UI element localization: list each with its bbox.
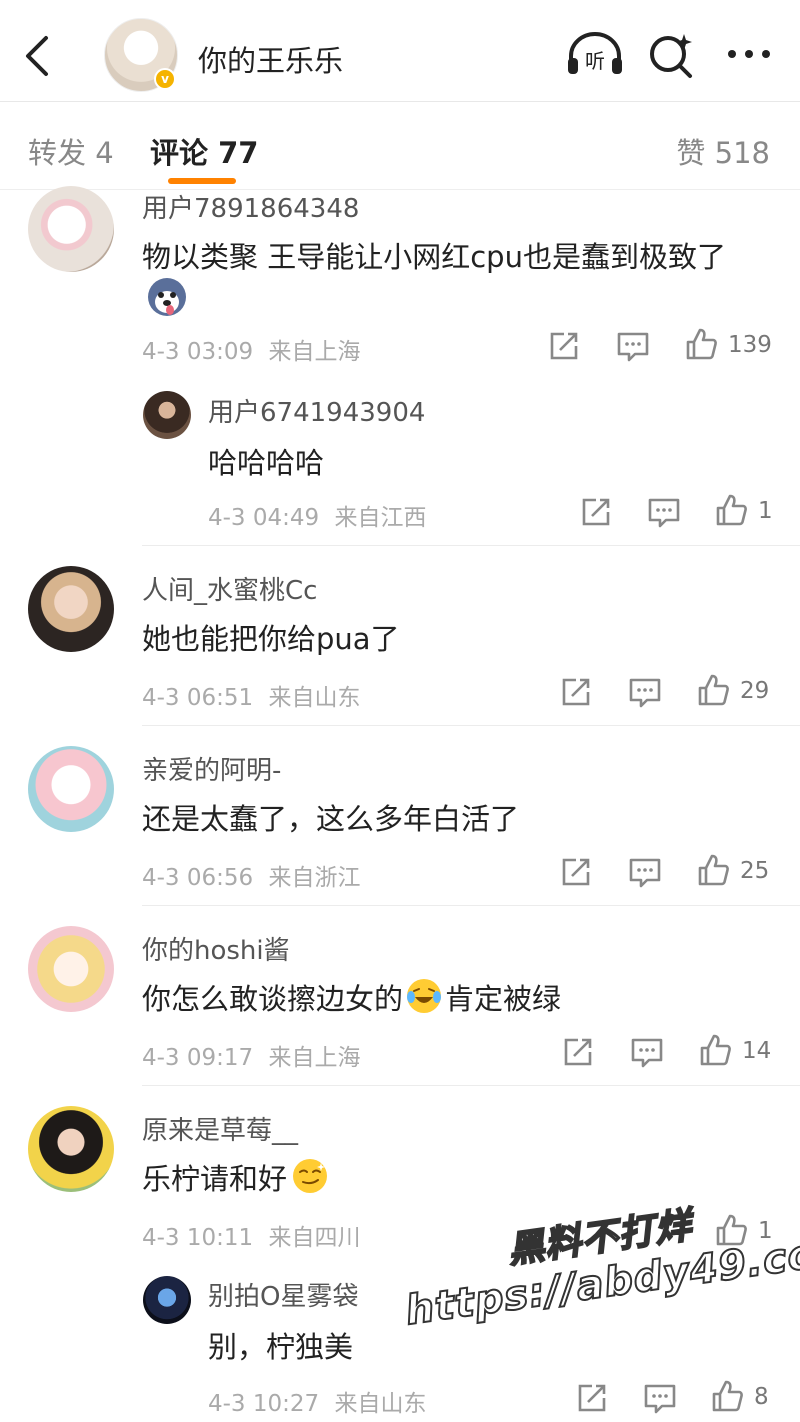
reply-icon[interactable] [627, 854, 663, 890]
repost-icon[interactable] [578, 494, 614, 530]
listen-headphone-icon[interactable]: 听 [565, 30, 625, 78]
username[interactable]: 亲爱的阿明- [142, 750, 281, 787]
tab-bar: 转发 4 评论 77 赞 518 [0, 102, 800, 190]
active-tab-indicator [168, 178, 236, 184]
user-avatar[interactable] [28, 566, 114, 652]
comment-text: 别，柠独美 [208, 1330, 354, 1364]
username[interactable]: 原来是草莓__ [142, 1110, 298, 1147]
comment-text: 你怎么敢谈擦边女的 [142, 982, 404, 1016]
repost-icon[interactable] [546, 328, 582, 364]
user-avatar[interactable] [28, 1106, 114, 1192]
comment-text: 还是太蠢了，这么多年白活了 [142, 802, 520, 836]
repost-icon[interactable] [558, 854, 594, 890]
divider [142, 905, 800, 906]
like-count: 14 [742, 1038, 772, 1064]
more-dots-icon[interactable] [724, 38, 774, 70]
divider [142, 725, 800, 726]
repost-icon[interactable] [560, 1034, 596, 1070]
comment-text: 乐柠请和好 [142, 1162, 288, 1196]
divider [142, 1085, 800, 1086]
reply-icon[interactable] [627, 674, 663, 710]
like-thumb-icon[interactable] [710, 1378, 746, 1414]
like-thumb-icon[interactable] [714, 492, 750, 528]
like-count: 29 [740, 678, 770, 704]
search-sparkle-icon[interactable] [646, 30, 696, 80]
back-chevron-icon[interactable] [18, 32, 58, 80]
divider [142, 545, 800, 546]
user-avatar[interactable] [28, 746, 114, 832]
listen-label: 听 [585, 49, 605, 73]
page-title[interactable]: 你的王乐乐 [198, 38, 343, 80]
comment-location: 来自山东 [334, 1391, 427, 1417]
comment-time: 4-3 06:56 [142, 865, 254, 891]
username[interactable]: 你的hoshi酱 [142, 930, 290, 967]
user-avatar[interactable] [28, 926, 114, 1012]
reply-icon[interactable] [642, 1380, 678, 1416]
username[interactable]: 用户7891864348 [142, 188, 359, 225]
like-thumb-icon[interactable] [696, 852, 732, 888]
comment-time: 4-3 06:51 [142, 685, 254, 711]
comment-text: 物以类聚 王导能让小网红cpu也是蠢到极致了 [142, 240, 726, 274]
comment-time: 4-3 04:49 [208, 505, 320, 531]
comment-location: 来自四川 [268, 1225, 361, 1251]
username[interactable]: 用户6741943904 [208, 392, 425, 429]
username[interactable]: 人间_水蜜桃Cc [142, 570, 317, 607]
reply-icon[interactable] [646, 494, 682, 530]
user-avatar[interactable] [28, 186, 114, 272]
tab-comment[interactable]: 评论 77 [150, 130, 258, 172]
smirk-emoji-icon [293, 1159, 328, 1193]
tab-repost[interactable]: 转发 4 [28, 130, 114, 172]
comment-location: 来自浙江 [268, 865, 361, 891]
repost-icon[interactable] [558, 674, 594, 710]
comment-text-suffix: 肯定被绿 [445, 982, 562, 1016]
like-thumb-icon[interactable] [698, 1032, 734, 1068]
comment-location: 来自江西 [334, 505, 427, 531]
reply-icon[interactable] [615, 328, 651, 364]
comment-text: 哈哈哈哈 [208, 446, 325, 480]
reply-icon[interactable] [629, 1034, 665, 1070]
like-count: 139 [728, 332, 772, 358]
comment-location: 来自山东 [268, 685, 361, 711]
comment-text: 她也能把你给pua了 [142, 622, 400, 656]
like-count: 1 [758, 498, 773, 524]
repost-icon[interactable] [574, 1380, 610, 1416]
husky-emoji-icon [148, 278, 186, 316]
top-bar: v 你的王乐乐 听 [0, 0, 800, 102]
watermark: 黑料不打烊 https://abdy49.com [395, 1174, 800, 1335]
comment-location: 来自上海 [268, 1045, 361, 1071]
user-avatar[interactable] [143, 391, 191, 439]
comment-time: 4-3 03:09 [142, 339, 254, 365]
username[interactable]: 别拍O星雾袋 [208, 1276, 358, 1313]
comment-time: 4-3 10:11 [142, 1225, 254, 1251]
user-avatar[interactable] [143, 1276, 191, 1324]
like-thumb-icon[interactable] [696, 672, 732, 708]
like-count: 8 [754, 1384, 769, 1410]
verified-badge-icon: v [154, 68, 176, 90]
comment-time: 4-3 10:27 [208, 1391, 320, 1417]
comment-location: 来自上海 [268, 339, 361, 365]
tab-like[interactable]: 赞 518 [676, 130, 770, 172]
laugh-cry-emoji-icon [407, 979, 442, 1013]
comment-time: 4-3 09:17 [142, 1045, 254, 1071]
like-thumb-icon[interactable] [684, 326, 720, 362]
like-count: 25 [740, 858, 770, 884]
